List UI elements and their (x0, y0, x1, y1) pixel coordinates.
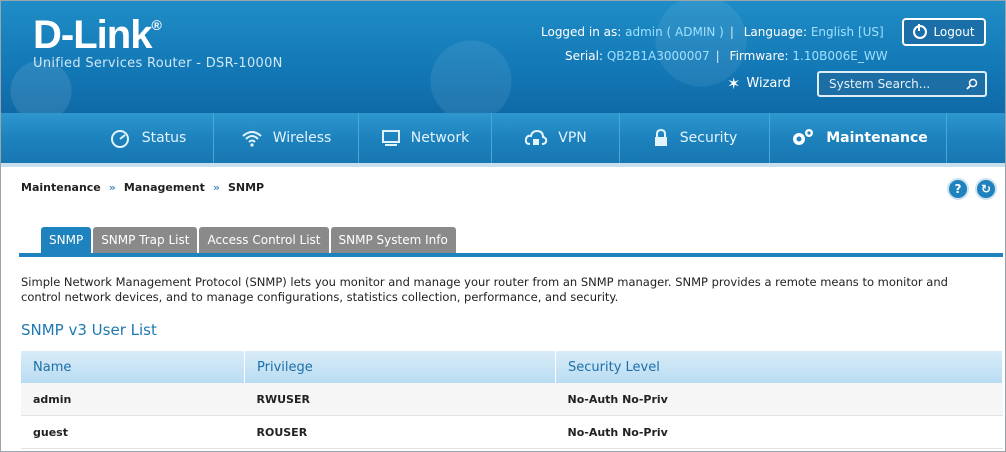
logout-button[interactable]: Logout (902, 18, 986, 46)
serial-value: QB2B1A3000007 (606, 49, 710, 63)
nav-vpn[interactable]: VPN (492, 113, 620, 163)
app-frame: D-Link® Unified Services Router - DSR-10… (0, 0, 1006, 452)
help-icon[interactable]: ? (947, 178, 969, 200)
wifi-icon (242, 131, 262, 147)
column-header-privilege[interactable]: Privilege (244, 351, 556, 383)
column-header-security-level[interactable]: Security Level (555, 351, 1003, 383)
nav-security[interactable]: Security (620, 113, 770, 163)
session-info: Logged in as: admin ( ADMIN ) | Language:… (541, 25, 884, 39)
system-search-input[interactable]: System Search... (817, 71, 987, 97)
breadcrumb-maintenance[interactable]: Maintenance (21, 181, 101, 194)
tab-underline (19, 253, 1003, 257)
cell-privilege: ROUSER (244, 415, 556, 449)
language-link[interactable]: English [US] (811, 25, 884, 39)
monitor-icon (381, 130, 400, 146)
page-description: Simple Network Management Protocol (SNMP… (21, 275, 948, 304)
cell-security-level: No-Auth No-Priv (555, 383, 1003, 416)
dlink-logo: D-Link® (33, 13, 162, 57)
magic-wand-icon: ✶ (727, 74, 741, 93)
table-row[interactable]: guest ROUSER No-Auth No-Priv (21, 415, 1003, 449)
breadcrumb-management[interactable]: Management (124, 181, 205, 194)
breadcrumb: Maintenance» Management» SNMP (21, 181, 265, 194)
main-nav: Status Wireless Network VPN Security Mai… (1, 113, 1005, 167)
cloud-lock-icon (525, 129, 548, 145)
logged-in-label: Logged in as: (541, 25, 622, 39)
logged-in-user: admin ( ADMIN ) (625, 25, 724, 39)
tab-snmp-system-info[interactable]: SNMP System Info (330, 227, 456, 253)
table-header-row: Name Privilege Security Level (21, 351, 1003, 383)
nav-maintenance[interactable]: Maintenance (770, 113, 947, 163)
tab-snmp-trap-list[interactable]: SNMP Trap List (93, 227, 198, 253)
nav-status[interactable]: Status (81, 113, 214, 163)
firmware-value: 1.10B006E_WW (792, 49, 888, 63)
wizard-button[interactable]: ✶ Wizard (727, 74, 791, 93)
tab-snmp[interactable]: SNMP (41, 227, 92, 253)
device-info: Serial: QB2B1A3000007 | Firmware: 1.10B00… (565, 49, 888, 63)
section-title: SNMP v3 User List (21, 321, 157, 339)
cell-name: guest (21, 415, 245, 449)
search-icon[interactable] (965, 77, 979, 91)
table-row[interactable]: admin RWUSER No-Auth No-Priv (21, 383, 1003, 416)
serial-label: Serial: (565, 49, 603, 63)
cell-name: admin (21, 383, 245, 416)
tab-access-control-list[interactable]: Access Control List (199, 227, 329, 253)
lock-icon (654, 128, 667, 146)
snmp-user-table: Name Privilege Security Level admin RWUS… (21, 351, 1003, 449)
firmware-label: Firmware: (729, 49, 789, 63)
gears-icon (793, 129, 814, 145)
speedometer-icon (110, 130, 129, 148)
cell-privilege: RWUSER (244, 383, 556, 416)
cell-security-level: No-Auth No-Priv (555, 415, 1003, 449)
column-header-name[interactable]: Name (21, 351, 245, 383)
header: D-Link® Unified Services Router - DSR-10… (1, 1, 1005, 113)
power-icon (913, 24, 928, 39)
refresh-icon[interactable]: ↻ (975, 178, 997, 200)
breadcrumb-snmp: SNMP (227, 181, 265, 194)
device-subtitle: Unified Services Router - DSR-1000N (33, 56, 283, 71)
tab-bar: SNMP SNMP Trap List Access Control List … (41, 227, 458, 253)
nav-wireless[interactable]: Wireless (214, 113, 359, 163)
language-label: Language: (743, 25, 807, 39)
nav-network[interactable]: Network (359, 113, 492, 163)
